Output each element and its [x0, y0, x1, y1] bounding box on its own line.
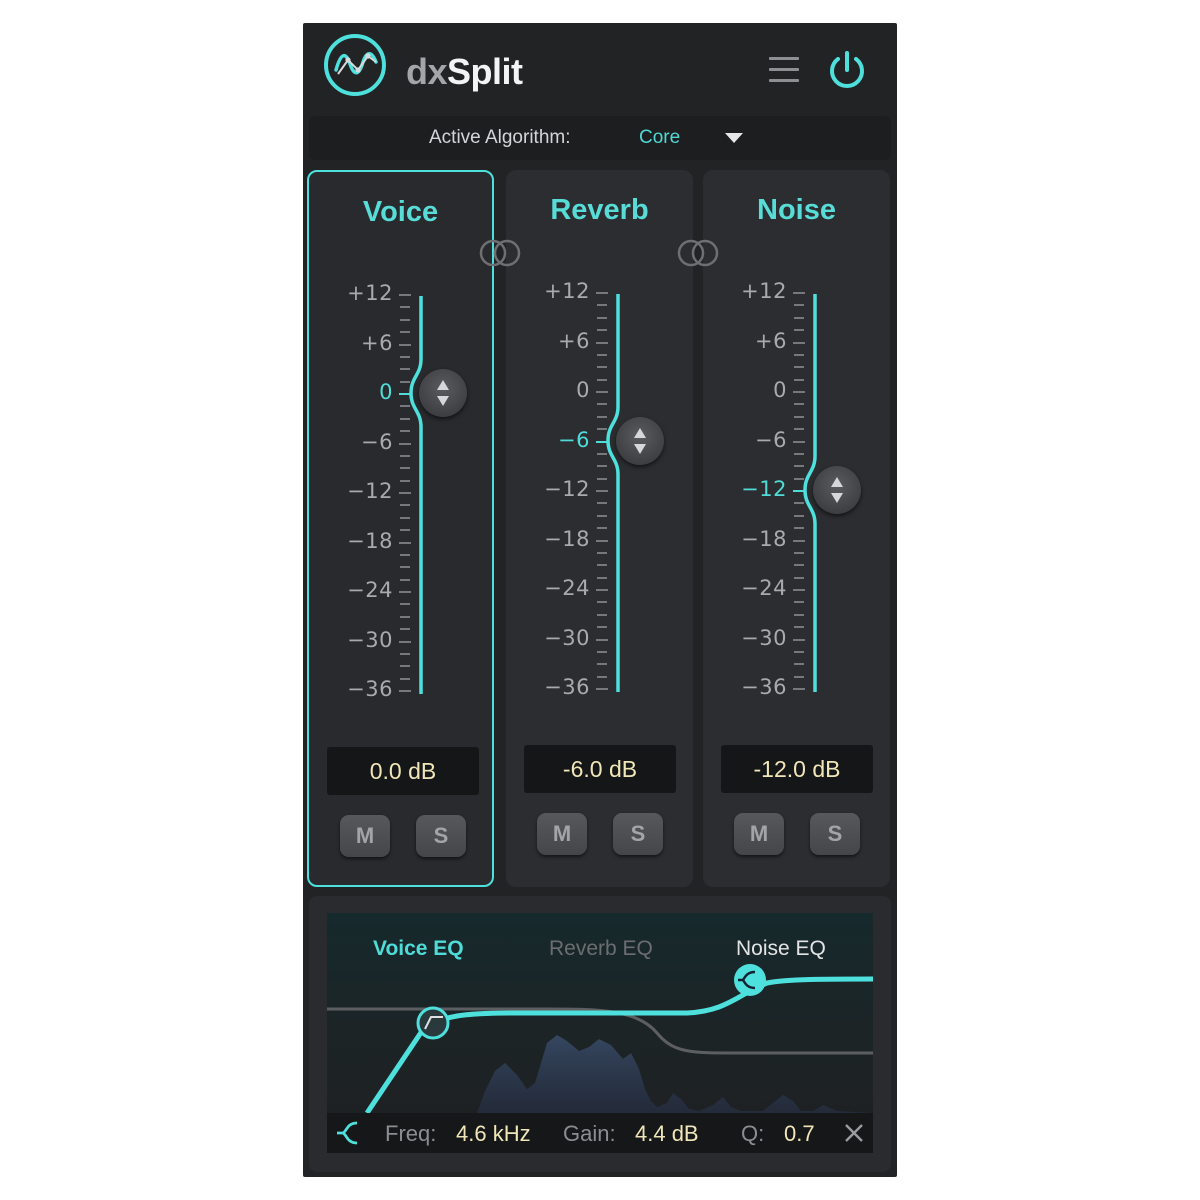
app-title-prefix: dx [406, 51, 448, 92]
power-icon[interactable] [826, 50, 868, 92]
mute-button[interactable]: M [537, 813, 587, 855]
arrow-up-icon [831, 477, 843, 487]
mute-button[interactable]: M [734, 813, 784, 855]
tab-voice-eq[interactable]: Voice EQ [373, 937, 464, 961]
q-value[interactable]: 0.7 [784, 1121, 815, 1147]
algorithm-value[interactable]: Core [639, 127, 680, 149]
caret-down-icon[interactable] [725, 133, 743, 143]
algorithm-selector[interactable]: Active Algorithm: Core [309, 116, 891, 160]
arrow-down-icon [634, 443, 646, 454]
shelf-filter-icon[interactable] [335, 1119, 363, 1147]
fader-knob[interactable] [813, 466, 861, 514]
gain-readout[interactable]: 0.0 dB [327, 747, 479, 795]
eq-band-parameters: Freq: 4.6 kHz Gain: 4.4 dB Q: 0.7 [327, 1113, 873, 1153]
tab-noise-eq[interactable]: Noise EQ [736, 937, 826, 961]
freq-label: Freq: [385, 1121, 437, 1146]
fader-track[interactable] [506, 170, 693, 770]
fader-scale: +12 +6 0 −6 −12 −18 −24 −30 −36 [309, 172, 496, 772]
app-title: dxSplit [406, 51, 523, 93]
algorithm-label: Active Algorithm: [429, 127, 571, 148]
dxsplit-logo [324, 34, 386, 96]
link-channels-icon[interactable] [675, 238, 721, 268]
solo-button[interactable]: S [416, 815, 466, 857]
gain-value[interactable]: 4.4 dB [635, 1121, 699, 1147]
link-channels-icon[interactable] [477, 238, 523, 268]
arrow-up-icon [437, 380, 449, 390]
fader-scale: +12 +6 0 −6 −12 −18 −24 −30 −36 [703, 170, 890, 770]
fader-line [606, 294, 620, 692]
channel-strip-voice: Voice +12 +6 0 −6 −12 −18 −24 −30 −36 0.0 dB M S [307, 170, 494, 887]
fader-scale: +12 +6 0 −6 −12 −18 −24 −30 −36 [506, 170, 693, 770]
arrow-down-icon [831, 493, 843, 503]
menu-button[interactable] [769, 57, 799, 83]
fader-knob[interactable] [419, 369, 467, 417]
eq-graph[interactable]: Voice EQ Reverb EQ Noise EQ [327, 913, 873, 1113]
fader-knob[interactable] [616, 416, 664, 465]
gain-readout[interactable]: -6.0 dB [524, 745, 676, 793]
arrow-down-icon [437, 396, 449, 406]
solo-button[interactable]: S [613, 813, 663, 855]
gain-label: Gain: [563, 1121, 616, 1146]
waveform-logo-icon [334, 52, 378, 75]
fader-track[interactable] [703, 170, 890, 770]
freq-value[interactable]: 4.6 kHz [456, 1121, 531, 1147]
solo-button[interactable]: S [810, 813, 860, 855]
tab-reverb-eq[interactable]: Reverb EQ [549, 937, 653, 961]
channel-strip-noise: Noise +12 +6 0 −6 −12 −18 −24 −30 −36 -12.0 dB M… [703, 170, 890, 887]
eq-band-node-lowcut [416, 1006, 450, 1040]
mute-button[interactable]: M [340, 815, 390, 857]
app-title-name: Split [447, 51, 523, 92]
arrow-up-icon [634, 427, 646, 438]
hamburger-icon-line [769, 57, 799, 60]
gain-readout[interactable]: -12.0 dB [721, 745, 873, 793]
q-label: Q: [741, 1121, 765, 1146]
hamburger-icon-line [769, 79, 799, 82]
channel-strip-reverb: Reverb +12 +6 0 −6 −12 −18 −24 −30 −36 -6.0 dB M… [506, 170, 693, 887]
dxsplit-plugin-window: dxSplit Active Algorithm: Core Voice +12… [303, 23, 897, 1177]
hamburger-icon-line [769, 68, 799, 71]
close-icon[interactable] [843, 1122, 865, 1144]
eq-panel: Voice EQ Reverb EQ Noise EQ Freq: 4.6 kH… [309, 896, 891, 1172]
fader-line [409, 296, 423, 694]
fader-track[interactable] [309, 172, 496, 772]
